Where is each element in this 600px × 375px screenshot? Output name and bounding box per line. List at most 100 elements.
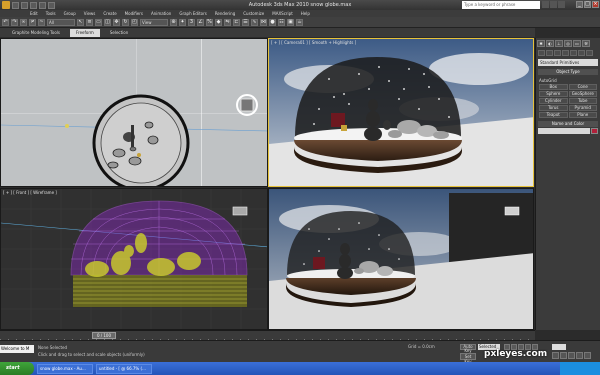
cameras-icon[interactable] — [562, 50, 569, 56]
create-tab-icon[interactable]: ✱ — [537, 40, 545, 47]
hierarchy-tab-icon[interactable]: ⊥ — [555, 40, 563, 47]
help-icon[interactable] — [558, 1, 565, 8]
menu-maxscript[interactable]: MAXScript — [272, 11, 293, 16]
set-key-button[interactable]: Set Key — [460, 353, 476, 364]
box-button[interactable]: Box — [539, 84, 568, 90]
star-icon[interactable] — [550, 1, 557, 8]
tab-freeform[interactable]: Freeform — [70, 29, 100, 37]
viewport-camera-render[interactable] — [268, 188, 534, 330]
reference-coordinate-dropdown[interactable]: View — [140, 18, 168, 26]
space-warps-icon[interactable] — [578, 50, 585, 56]
current-frame-input[interactable] — [552, 344, 566, 350]
redo-button[interactable]: ↷ — [11, 18, 18, 26]
menu-help[interactable]: Help — [301, 11, 310, 16]
menu-animation[interactable]: Animation — [151, 11, 171, 16]
orbit-icon[interactable] — [576, 352, 583, 359]
viewport-label[interactable]: [ + ] [ Front ] [ Wireframe ] — [3, 190, 57, 195]
pivot-center-icon[interactable]: ⊕ — [170, 18, 177, 26]
layer-manager-icon[interactable]: ☰ — [242, 18, 249, 26]
menu-views[interactable]: Views — [84, 11, 96, 16]
pan-icon[interactable] — [568, 352, 575, 359]
undo-button[interactable]: ↶ — [2, 18, 9, 26]
zoom-icon[interactable] — [552, 352, 559, 359]
menu-customize[interactable]: Customize — [243, 11, 264, 16]
select-object-icon[interactable]: ↖ — [77, 18, 84, 26]
helpers-icon[interactable] — [570, 50, 577, 56]
rendered-frame-icon[interactable]: ▣ — [287, 18, 294, 26]
minimize-icon[interactable]: _ — [576, 1, 583, 8]
menu-tools[interactable]: Tools — [46, 11, 56, 16]
start-button[interactable]: start — [0, 362, 34, 375]
object-color-swatch[interactable] — [591, 128, 598, 134]
taskbar-item-3dsmax[interactable]: snow globe.max - Au... — [37, 363, 93, 374]
select-manipulate-icon[interactable]: ✦ — [179, 18, 186, 26]
plane-button[interactable]: Plane — [568, 112, 597, 118]
angle-snap-icon[interactable]: ∠ — [197, 18, 204, 26]
maximize-viewport-icon[interactable] — [584, 352, 591, 359]
menu-edit[interactable]: Edit — [30, 11, 38, 16]
pyramid-button[interactable]: Pyramid — [568, 105, 597, 111]
select-scale-icon[interactable]: ◰ — [131, 18, 138, 26]
menu-group[interactable]: Group — [64, 11, 76, 16]
tube-button[interactable]: Tube — [568, 98, 597, 104]
auto-key-button[interactable]: Auto Key — [460, 344, 476, 353]
object-name-input[interactable] — [538, 128, 590, 134]
menu-rendering[interactable]: Rendering — [215, 11, 235, 16]
systems-icon[interactable] — [586, 50, 593, 56]
search-input[interactable]: Type a keyword or phrase — [462, 1, 540, 9]
object-type-rollout-header[interactable]: Object Type — [538, 69, 598, 75]
binoculars-icon[interactable] — [542, 1, 549, 8]
material-editor-icon[interactable]: ● — [269, 18, 276, 26]
window-crossing-icon[interactable]: ◫ — [104, 18, 111, 26]
schematic-view-icon[interactable]: ⋈ — [260, 18, 267, 26]
viewport-label[interactable]: [ + ] [ Camera01 ] [ Smooth + Highlights… — [271, 40, 356, 45]
bind-space-warp-icon[interactable]: ~ — [38, 18, 45, 26]
shapes-icon[interactable] — [546, 50, 553, 56]
render-setup-icon[interactable]: ☷ — [278, 18, 285, 26]
lights-icon[interactable] — [554, 50, 561, 56]
spinner-snap-icon[interactable]: ◆ — [215, 18, 222, 26]
geosphere-button[interactable]: GeoSphere — [568, 91, 597, 97]
snaps-toggle-icon[interactable]: 3 — [188, 18, 195, 26]
mirror-icon[interactable]: ⇋ — [224, 18, 231, 26]
sphere-button[interactable]: Sphere — [539, 91, 568, 97]
viewport-camera-perspective[interactable]: [ + ] [ Camera01 ] [ Smooth + Highlights… — [268, 38, 534, 187]
timeline[interactable]: 0 / 100 — [0, 330, 535, 341]
object-category-dropdown[interactable]: Standard Primitives — [538, 59, 598, 66]
menu-graph-editors[interactable]: Graph Editors — [179, 11, 206, 16]
selection-filter-dropdown[interactable]: All — [47, 18, 75, 26]
percent-snap-icon[interactable]: % — [206, 18, 213, 26]
cone-button[interactable]: Cone — [568, 84, 597, 90]
zoom-all-icon[interactable] — [560, 352, 567, 359]
viewport-front[interactable]: [ + ] [ Front ] [ Wireframe ] — [0, 188, 268, 330]
curve-editor-icon[interactable]: ∿ — [251, 18, 258, 26]
menu-create[interactable]: Create — [103, 11, 116, 16]
torus-button[interactable]: Torus — [539, 105, 568, 111]
cylinder-button[interactable]: Cylinder — [539, 98, 568, 104]
link-icon[interactable]: ∞ — [20, 18, 27, 26]
tab-selection[interactable]: Selection — [104, 29, 134, 37]
utilities-tab-icon[interactable]: ⚒ — [582, 40, 590, 47]
modify-tab-icon[interactable]: ◐ — [546, 40, 554, 47]
render-production-icon[interactable]: ☕ — [296, 18, 303, 26]
taskbar-item-image-editor[interactable]: untitled - [ @ 66.7% (... — [96, 363, 152, 374]
rectangular-selection-icon[interactable]: ▭ — [95, 18, 102, 26]
select-rotate-icon[interactable]: ↻ — [122, 18, 129, 26]
viewport-top[interactable] — [0, 38, 268, 187]
display-tab-icon[interactable]: ▭ — [573, 40, 581, 47]
menu-modifiers[interactable]: Modifiers — [125, 11, 143, 16]
geometry-icon[interactable] — [538, 50, 545, 56]
maxscript-listener-input[interactable]: Welcome to M — [0, 345, 34, 353]
motion-tab-icon[interactable]: ◎ — [564, 40, 572, 47]
align-icon[interactable]: ⊏ — [233, 18, 240, 26]
time-slider[interactable]: 0 / 100 — [92, 332, 116, 339]
teapot-button[interactable]: Teapot — [539, 112, 568, 118]
tab-graphite-modeling-tools[interactable]: Graphite Modeling Tools — [6, 29, 66, 37]
maximize-icon[interactable]: □ — [584, 1, 591, 8]
select-move-icon[interactable]: ✥ — [113, 18, 120, 26]
select-by-name-icon[interactable]: ≡ — [86, 18, 93, 26]
name-and-color-rollout-header[interactable]: Name and Color — [538, 121, 598, 127]
autogrid-checkbox[interactable]: AutoGrid — [539, 78, 597, 83]
unlink-icon[interactable]: ≠ — [29, 18, 36, 26]
close-icon[interactable]: × — [592, 1, 599, 8]
